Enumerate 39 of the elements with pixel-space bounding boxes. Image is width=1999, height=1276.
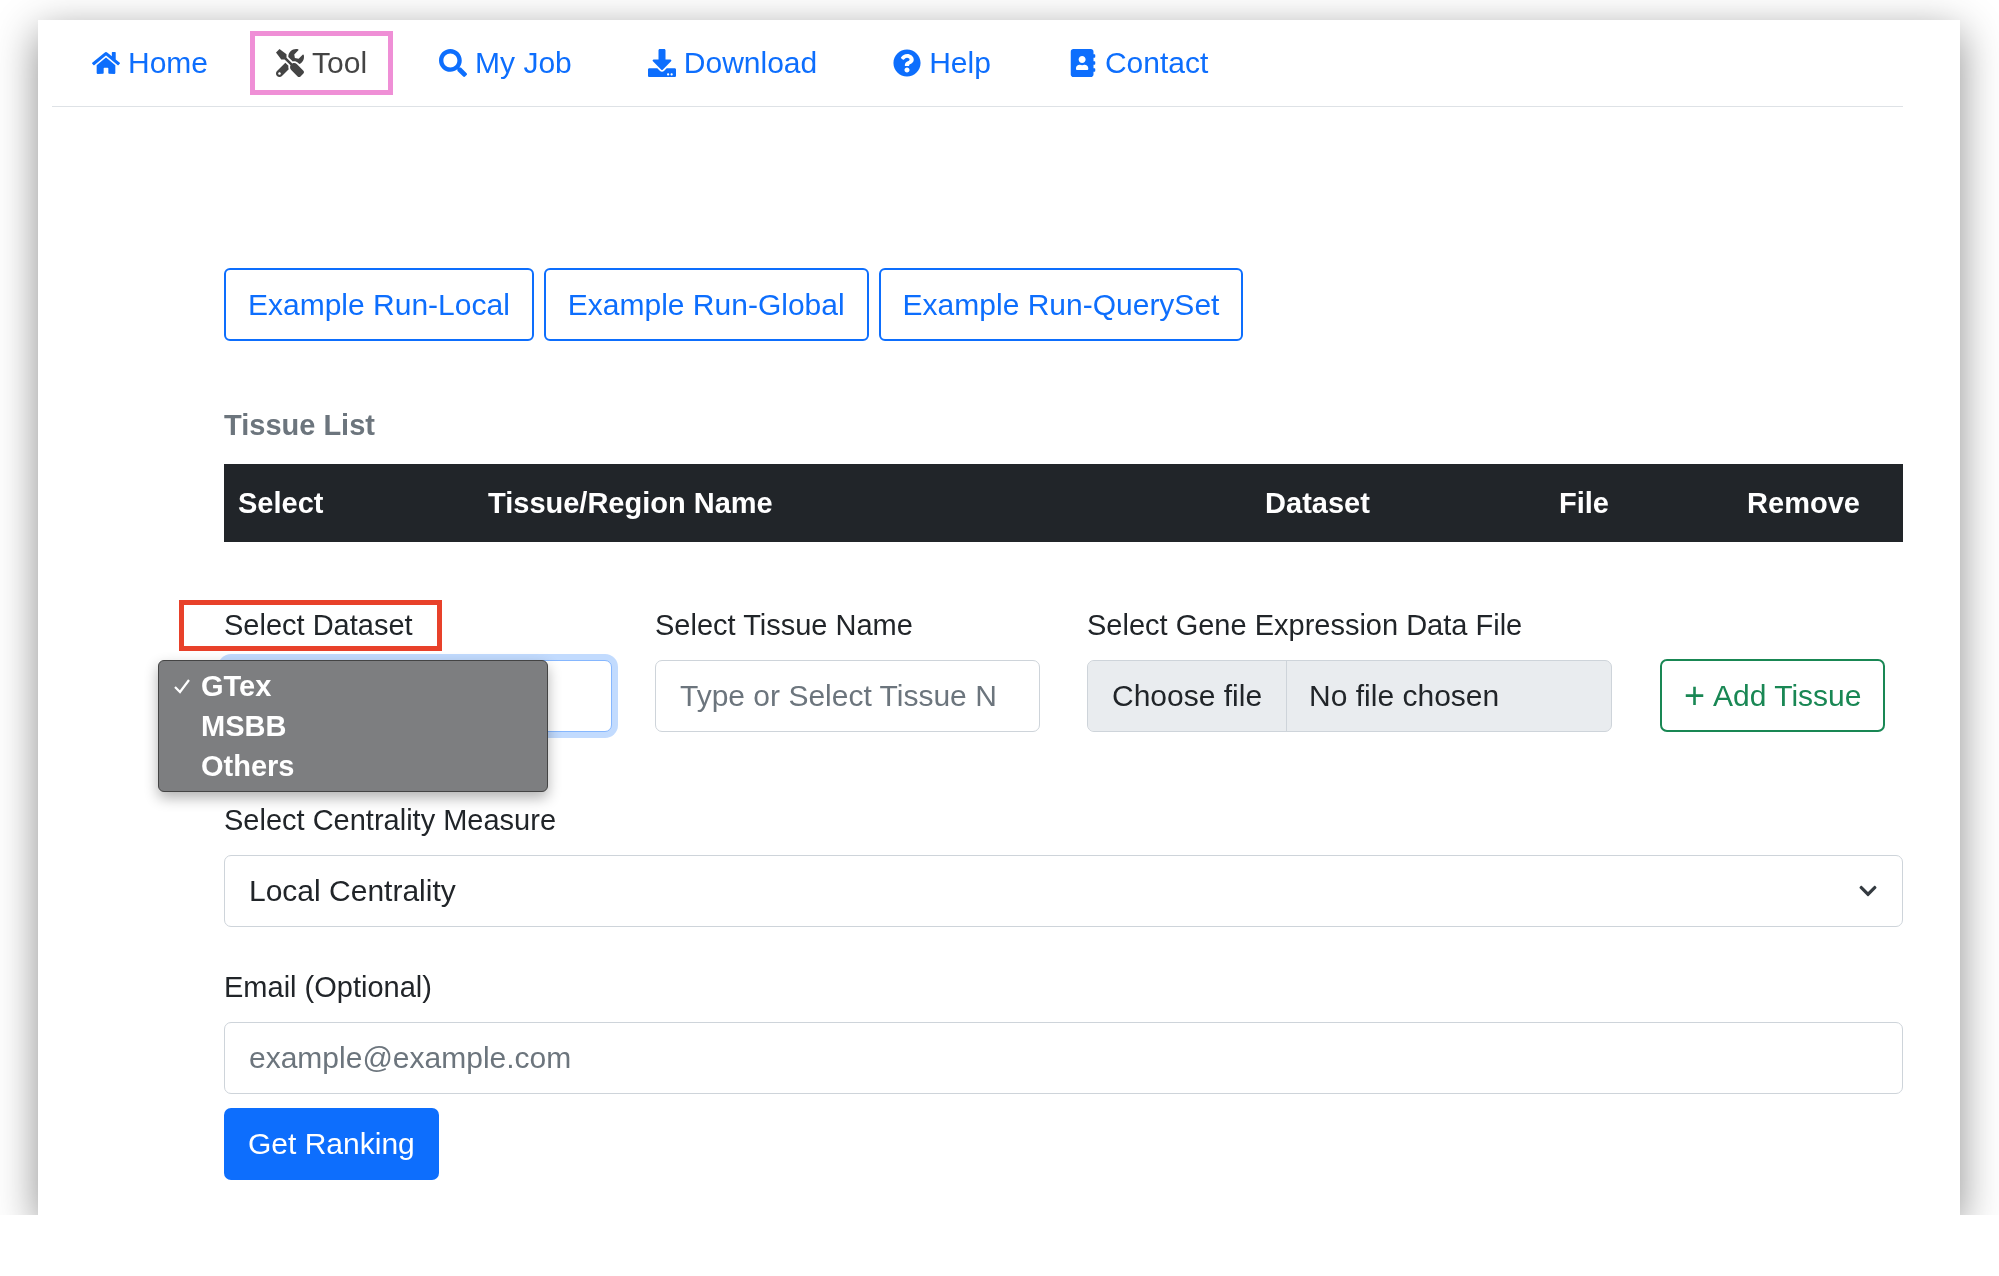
centrality-select[interactable]: Local Centrality bbox=[224, 855, 1903, 927]
field-label: Select Tissue Name bbox=[655, 609, 913, 642]
column-header: Remove bbox=[1747, 486, 1860, 520]
get-ranking-button[interactable]: Get Ranking bbox=[224, 1108, 439, 1180]
contact-card-icon bbox=[1068, 49, 1097, 77]
field-label: Select Dataset bbox=[179, 600, 442, 651]
column-header: Tissue/Region Name bbox=[488, 486, 773, 520]
search-icon bbox=[439, 49, 468, 77]
nav-link[interactable]: Home bbox=[66, 31, 235, 95]
tissue-input[interactable]: Type or Select Tissue N bbox=[655, 660, 1040, 732]
email-input[interactable]: example@example.com bbox=[224, 1022, 1903, 1094]
help-icon bbox=[893, 49, 922, 77]
example-button[interactable]: Example Run-QuerySet bbox=[878, 268, 1244, 341]
nav-link[interactable]: Download bbox=[621, 31, 844, 95]
field-label: Email (Optional) bbox=[224, 971, 432, 1004]
example-button[interactable]: Example Run-Local bbox=[224, 268, 534, 341]
home-icon bbox=[92, 49, 120, 77]
column-header: File bbox=[1559, 486, 1609, 520]
download-icon bbox=[647, 49, 676, 77]
column-header: Dataset bbox=[1265, 486, 1370, 520]
dropdown-option[interactable]: GTex bbox=[159, 666, 547, 706]
example-button[interactable]: Example Run-Global bbox=[543, 268, 869, 341]
section-title: Tissue List bbox=[224, 409, 376, 442]
field-label: Select Gene Expression Data File bbox=[1087, 609, 1523, 642]
file-status: No file chosen bbox=[1308, 679, 1500, 713]
nav-link[interactable]: Help bbox=[867, 31, 1017, 95]
add-tissue-button[interactable]: + Add Tissue bbox=[1660, 659, 1886, 732]
field-label: Select Centrality Measure bbox=[224, 804, 557, 837]
dropdown-option[interactable]: Others bbox=[159, 746, 547, 786]
choose-file-button[interactable]: Choose file bbox=[1088, 661, 1288, 731]
nav-link[interactable]: Contact bbox=[1042, 31, 1235, 95]
tools-icon bbox=[276, 49, 305, 77]
select-value: Local Centrality bbox=[249, 874, 456, 908]
dropdown-option[interactable]: MSBB bbox=[159, 706, 547, 746]
plus-icon: + bbox=[1684, 674, 1706, 717]
nav-link[interactable]: Tool bbox=[250, 31, 394, 95]
column-header: Select bbox=[238, 486, 324, 520]
file-input[interactable]: Choose file No file chosen bbox=[1087, 660, 1612, 732]
nav-link[interactable]: My Job bbox=[413, 31, 598, 95]
